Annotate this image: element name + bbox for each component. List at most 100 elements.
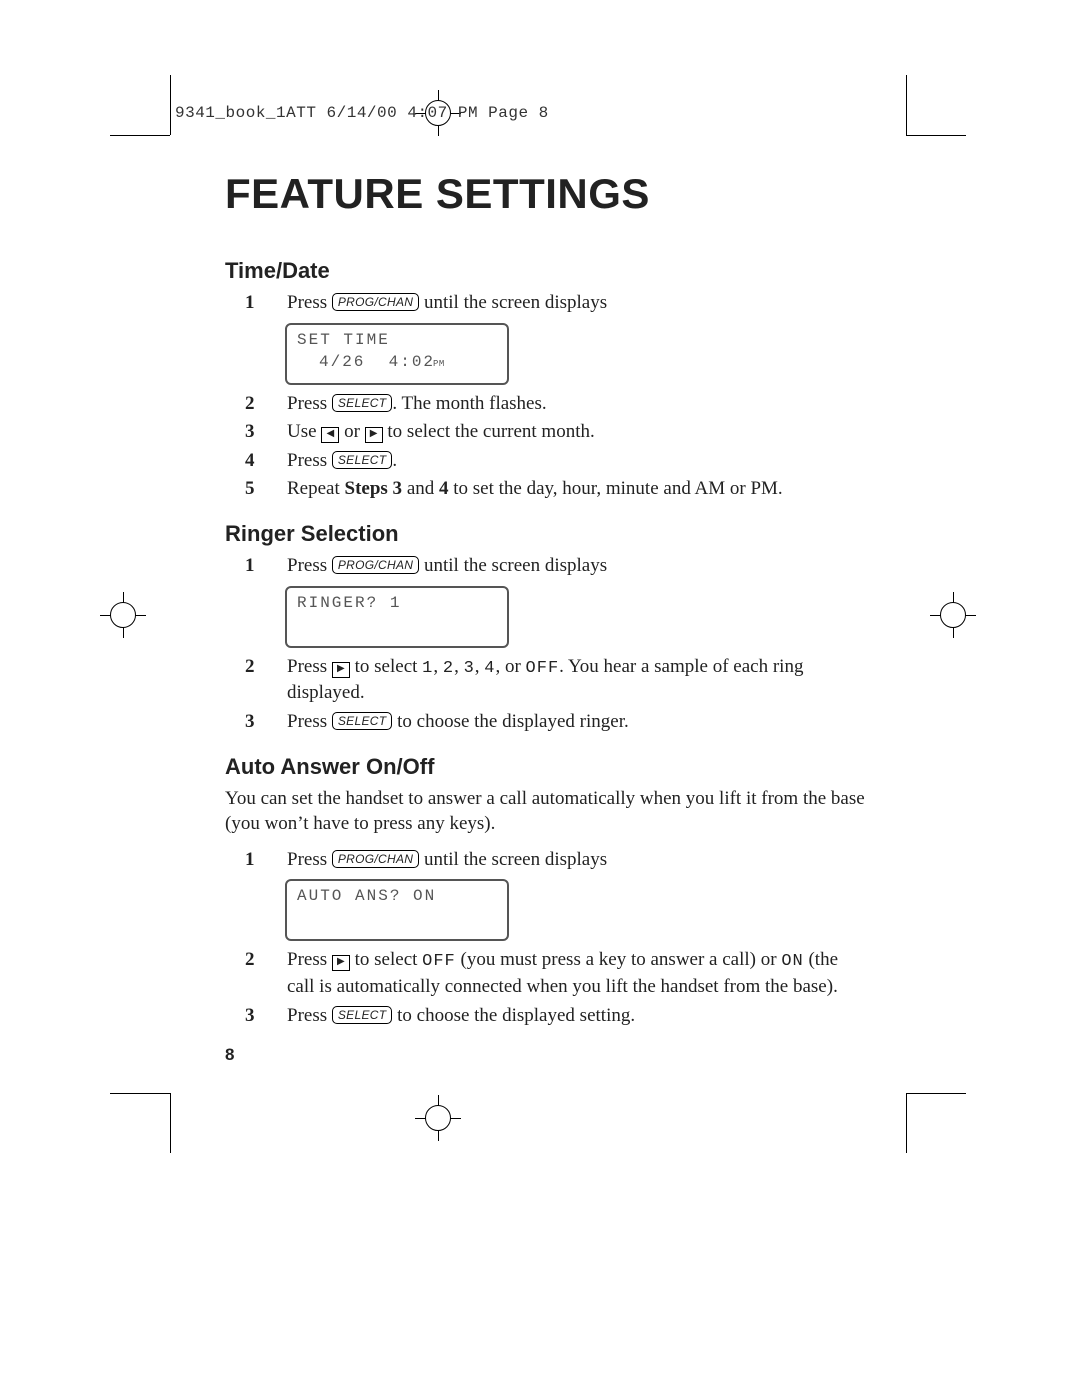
step-number: 1 bbox=[225, 847, 279, 874]
mono-text: OFF bbox=[422, 952, 456, 971]
page-content: FEATURE SETTINGS Time/Date 1 Press PROG/… bbox=[225, 170, 865, 1031]
step-number: 2 bbox=[225, 947, 279, 974]
text: to choose the displayed setting. bbox=[392, 1005, 635, 1026]
lcd-screen: AUTO ANS? ON bbox=[285, 879, 509, 941]
arrow-right-icon: ▶ bbox=[332, 662, 350, 678]
mono-text: 2 bbox=[443, 659, 454, 678]
step-row: 1 Press PROG/CHAN until the screen displ… bbox=[225, 290, 865, 317]
crop-mark bbox=[906, 1093, 907, 1153]
lcd-line-2 bbox=[297, 907, 497, 929]
key-prog-chan: PROG/CHAN bbox=[332, 556, 419, 574]
step-body: Press ▶ to select OFF (you must press a … bbox=[279, 947, 865, 1000]
step-row: 1 Press PROG/CHAN until the screen displ… bbox=[225, 847, 865, 874]
step-row: 2 Press ▶ to select OFF (you must press … bbox=[225, 947, 865, 1000]
step-number: 3 bbox=[225, 1003, 279, 1030]
key-select: SELECT bbox=[332, 1006, 392, 1024]
text: Press bbox=[287, 849, 332, 870]
key-select: SELECT bbox=[332, 394, 392, 412]
step-body: Press SELECT. The month flashes. bbox=[279, 391, 865, 418]
section-heading-time-date: Time/Date bbox=[225, 258, 865, 284]
crop-mark bbox=[170, 75, 171, 135]
text: to select bbox=[350, 656, 422, 677]
text: Press bbox=[287, 949, 332, 970]
section-heading-ringer: Ringer Selection bbox=[225, 521, 865, 547]
text: , bbox=[433, 656, 443, 677]
text: and bbox=[402, 478, 439, 499]
key-prog-chan: PROG/CHAN bbox=[332, 293, 419, 311]
step-number: 2 bbox=[225, 654, 279, 681]
step-body: Press PROG/CHAN until the screen display… bbox=[279, 290, 865, 317]
text: until the screen displays bbox=[419, 849, 607, 870]
text: until the screen displays bbox=[419, 292, 607, 313]
text: PM bbox=[433, 359, 445, 369]
lcd-line-2 bbox=[297, 614, 497, 636]
key-prog-chan: PROG/CHAN bbox=[332, 850, 419, 868]
step-row: 4 Press SELECT. bbox=[225, 448, 865, 475]
section-heading-auto-answer: Auto Answer On/Off bbox=[225, 754, 865, 780]
lcd-screen: SET TIME 4/26 4:02PM bbox=[285, 323, 509, 385]
lcd-line-2: 4/26 4:02PM bbox=[297, 351, 497, 375]
text: Repeat bbox=[287, 478, 345, 499]
text: . bbox=[392, 450, 397, 471]
lcd-screen: RINGER? 1 bbox=[285, 586, 509, 648]
step-row: 2 Press ▶ to select 1, 2, 3, 4, or OFF. … bbox=[225, 654, 865, 707]
step-number: 5 bbox=[225, 476, 279, 503]
step-row: 1 Press PROG/CHAN until the screen displ… bbox=[225, 553, 865, 580]
text: Press bbox=[287, 555, 332, 576]
text: Press bbox=[287, 292, 332, 313]
registration-mark-icon bbox=[100, 592, 146, 638]
step-number: 3 bbox=[225, 709, 279, 736]
crop-mark bbox=[906, 1093, 966, 1094]
registration-mark-icon bbox=[415, 1095, 461, 1141]
step-body: Press ▶ to select 1, 2, 3, 4, or OFF. Yo… bbox=[279, 654, 865, 707]
text: to select bbox=[350, 949, 422, 970]
text: Press bbox=[287, 1005, 332, 1026]
text: , bbox=[475, 656, 485, 677]
step-number: 1 bbox=[225, 553, 279, 580]
step-number: 3 bbox=[225, 419, 279, 446]
text: Press bbox=[287, 656, 332, 677]
mono-text: 3 bbox=[464, 659, 475, 678]
crop-mark bbox=[170, 1093, 171, 1153]
crop-mark bbox=[110, 1093, 170, 1094]
text: (you must press a key to answer a call) … bbox=[456, 949, 782, 970]
step-body: Press SELECT to choose the displayed set… bbox=[279, 1003, 865, 1030]
text: until the screen displays bbox=[419, 555, 607, 576]
text: Press bbox=[287, 393, 332, 414]
step-body: Use ◀ or ▶ to select the current month. bbox=[279, 419, 865, 446]
arrow-right-icon: ▶ bbox=[332, 955, 350, 971]
text: Press bbox=[287, 711, 332, 732]
text: to set the day, hour, minute and AM or P… bbox=[449, 478, 783, 499]
bold-text: Steps 3 bbox=[345, 478, 403, 499]
step-body: Press SELECT to choose the displayed rin… bbox=[279, 709, 865, 736]
step-row: 3 Press SELECT to choose the displayed s… bbox=[225, 1003, 865, 1030]
mono-text: ON bbox=[781, 952, 803, 971]
step-body: Press PROG/CHAN until the screen display… bbox=[279, 847, 865, 874]
text: , bbox=[454, 656, 464, 677]
text: to select the current month. bbox=[383, 421, 595, 442]
text: 4:02 bbox=[389, 353, 435, 371]
crop-mark bbox=[906, 135, 966, 136]
registration-mark-icon bbox=[930, 592, 976, 638]
text: , or bbox=[495, 656, 525, 677]
arrow-left-icon: ◀ bbox=[321, 427, 339, 443]
key-select: SELECT bbox=[332, 712, 392, 730]
arrow-right-icon: ▶ bbox=[365, 427, 383, 443]
mono-text: 4 bbox=[484, 659, 495, 678]
text: Press bbox=[287, 450, 332, 471]
step-number: 1 bbox=[225, 290, 279, 317]
step-body: Press SELECT. bbox=[279, 448, 865, 475]
page-number: 8 bbox=[225, 1045, 234, 1065]
text: 4/26 bbox=[319, 353, 365, 371]
bold-text: 4 bbox=[439, 478, 449, 499]
crop-mark bbox=[110, 135, 170, 136]
step-number: 2 bbox=[225, 391, 279, 418]
text: . The month flashes. bbox=[392, 393, 546, 414]
lcd-line-1: RINGER? 1 bbox=[297, 592, 497, 614]
crop-mark bbox=[906, 75, 907, 135]
step-row: 2 Press SELECT. The month flashes. bbox=[225, 391, 865, 418]
text: or bbox=[339, 421, 364, 442]
step-row: 3 Use ◀ or ▶ to select the current month… bbox=[225, 419, 865, 446]
page-title: FEATURE SETTINGS bbox=[225, 170, 865, 218]
step-body: Repeat Steps 3 and 4 to set the day, hou… bbox=[279, 476, 865, 503]
